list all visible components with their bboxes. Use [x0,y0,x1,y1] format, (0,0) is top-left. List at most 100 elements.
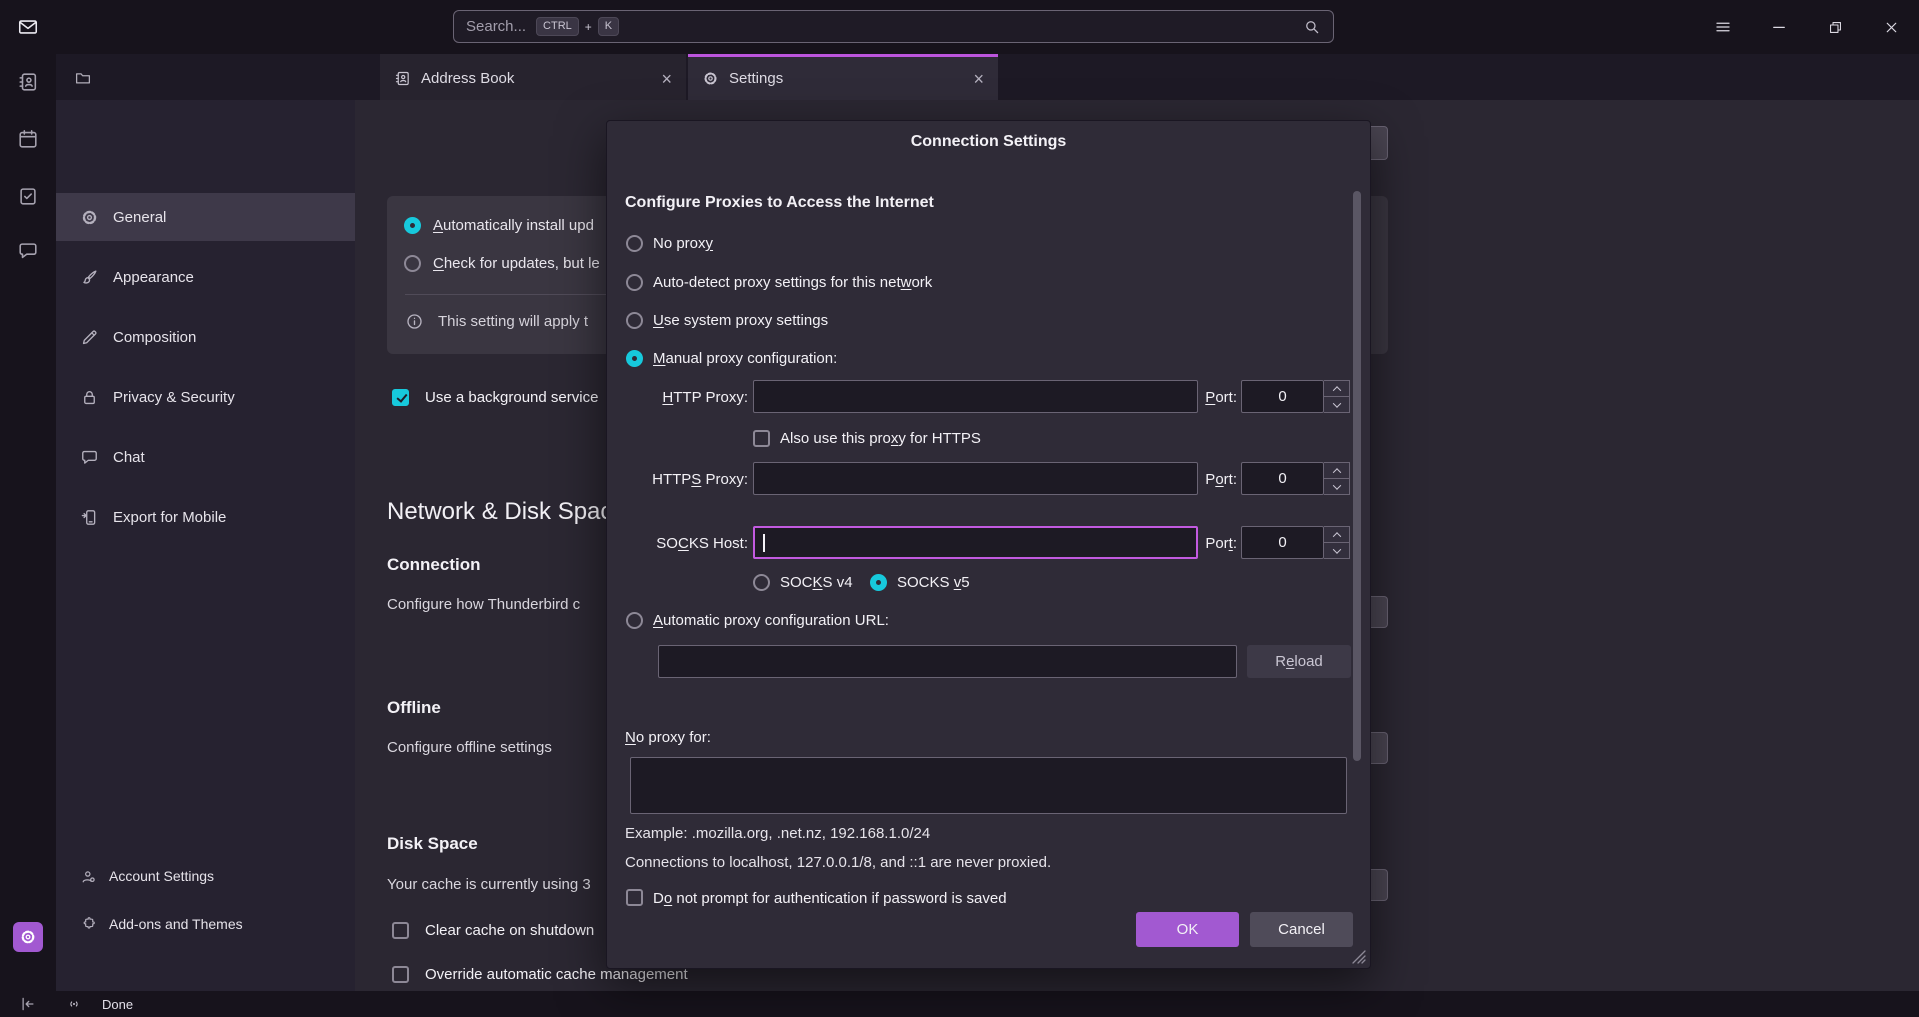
port-label: Port: [1205,471,1237,488]
dialog-title: Connection Settings [910,133,1067,150]
window-controls [1695,0,1919,54]
cache-usage-text: Your cache is currently using 3 [387,876,591,893]
reload-button[interactable]: Re load [1247,645,1351,678]
no-proxy-for-textarea[interactable] [630,757,1347,814]
sidebar-item-appearance[interactable]: Appearance [56,253,355,301]
no-prompt-checkbox-row[interactable]: Do not prompt for authentication if pass… [626,889,1007,906]
radio-label: SOCKS v5 [897,573,970,591]
info-icon [405,312,424,331]
restore-button[interactable] [1807,0,1863,54]
sidebar-item-composition[interactable]: Composition [56,313,355,361]
dialog-scrollbar-thumb[interactable] [1353,191,1361,761]
app-menu-button[interactable] [1695,0,1751,54]
cancel-button[interactable]: Cancel [1250,912,1353,947]
folder-pane-button[interactable] [69,64,97,92]
hamburger-icon [1716,22,1730,32]
radio-label: No proxy [653,234,714,252]
tab-close-button[interactable]: × [661,70,672,88]
https-port-input[interactable]: 0 [1241,462,1324,495]
tab-address-book[interactable]: Address Book × [380,54,686,100]
chat-space-button[interactable] [0,230,56,272]
spin-up-button[interactable] [1324,463,1349,478]
checkbox [392,388,409,406]
background-service-checkbox-row[interactable]: Use a background service [392,386,598,408]
sidebar-item-export-for-mobile[interactable]: Export for Mobile [56,493,355,541]
search-placeholder: Search... [466,18,527,35]
chevron-up-icon [1332,467,1341,477]
clipped-control-fragment[interactable] [1371,596,1388,628]
chat-icon [19,243,37,259]
radio-auto-detect[interactable]: Auto-detect proxy settings for this netw… [626,271,932,293]
sidebar-item-addons-themes[interactable]: Add-ons and Themes [56,902,355,946]
sidebar-item-account-settings[interactable]: Account Settings [56,854,355,898]
spin-up-button[interactable] [1324,381,1349,396]
http-port-spinner [1324,380,1350,413]
close-button[interactable] [1863,0,1919,54]
sidebar-item-privacy-security[interactable]: Privacy & Security [56,373,355,421]
restore-icon [1829,21,1841,33]
update-option-check[interactable]: Check for updates, but le [404,252,600,274]
collapse-spaces-button[interactable] [0,990,56,1017]
shortcut-ctrl-key: CTRL [536,17,579,36]
checkbox-label: Clear cache on shutdown [425,921,595,939]
auto-config-url-input[interactable] [658,645,1237,678]
radio-manual-proxy[interactable]: Manual proxy configuration: [626,347,837,369]
minimize-button[interactable] [1751,0,1807,54]
clipped-control-fragment[interactable] [1371,732,1388,764]
radio [626,311,643,329]
paintbrush-icon [80,268,99,287]
offline-description: Configure offline settings [387,739,552,756]
settings-space-button[interactable] [13,922,43,952]
spin-down-button[interactable] [1324,396,1349,412]
https-port-spinner [1324,462,1350,495]
update-note: This setting will apply t [438,312,589,330]
update-note-row: This setting will apply t [405,310,588,332]
global-search[interactable]: Search... CTRL + K [453,10,1334,43]
clipped-control-fragment[interactable] [1371,126,1388,160]
also-https-checkbox-row[interactable]: Also use this proxy for HTTPS [753,427,981,449]
radio-system-proxy[interactable]: Use system proxy settings [626,309,828,331]
spin-down-button[interactable] [1324,478,1349,494]
status-bar: Done [56,991,1919,1017]
https-proxy-input[interactable] [753,462,1198,495]
mail-space-button[interactable] [0,0,56,54]
socks-port-input[interactable]: 0 [1241,526,1324,559]
radio [404,254,421,272]
radio-no-proxy[interactable]: No proxy [626,232,713,254]
window-titlebar: Search... CTRL + K [0,0,1919,54]
lock-icon [80,388,99,407]
sidebar-item-label: Privacy & Security [113,388,235,406]
sidebar-item-chat[interactable]: Chat [56,433,355,481]
http-proxy-label: HTTP Proxy: [662,389,748,406]
update-option-auto[interactable]: Automatically install upd [404,214,594,236]
tasks-space-button[interactable] [0,175,56,217]
spin-up-button[interactable] [1324,527,1349,542]
clipped-control-fragment[interactable] [1371,869,1388,901]
ok-button[interactable]: OK [1136,912,1239,947]
dialog-resize-grip[interactable] [1351,949,1367,965]
gear-icon [21,930,35,944]
addressbook-space-button[interactable] [0,61,56,103]
spin-down-button[interactable] [1324,542,1349,558]
puzzle-icon [80,916,97,933]
clear-cache-checkbox-row[interactable]: Clear cache on shutdown [392,919,594,941]
radio-auto-config-url[interactable]: Automatic proxy configuration URL: [626,609,889,631]
socks-host-input[interactable] [753,526,1198,559]
tab-bar: Address Book × Settings × [56,54,1919,100]
radio-socks-v4[interactable]: SOCKS v4 [753,571,853,593]
calendar-space-button[interactable] [0,118,56,160]
activity-icon [66,996,82,1012]
tab-label: Address Book [421,70,515,87]
tab-settings[interactable]: Settings × [688,54,998,100]
tab-close-button[interactable]: × [973,70,984,88]
address-book-icon [394,70,411,87]
radio-socks-v5[interactable]: SOCKS v5 [870,571,970,593]
folder-icon [75,73,91,84]
socks-host-label: SOCKS Host: [656,535,748,552]
http-port-input[interactable]: 0 [1241,380,1324,413]
http-proxy-input[interactable] [753,380,1198,413]
sidebar-item-general[interactable]: General [56,193,355,241]
status-text: Done [102,996,134,1012]
proxy-section-heading: Configure Proxies to Access the Internet [625,194,934,211]
connection-description: Configure how Thunderbird c [387,596,581,613]
